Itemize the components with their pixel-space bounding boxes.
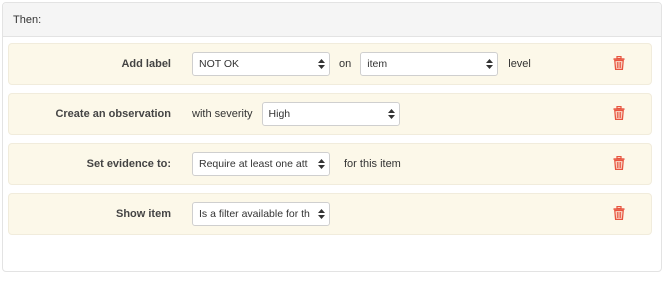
select-arrows-icon — [387, 109, 395, 119]
panel-header: Then: — [3, 3, 661, 37]
severity-select[interactable]: High — [261, 102, 400, 126]
rule-add-label: Add label NOT OK on item level — [8, 43, 652, 85]
rule-set-evidence: Set evidence to: Require at least one at… — [8, 143, 652, 185]
select-arrows-icon — [318, 209, 325, 219]
prefix-text: with severity — [192, 108, 253, 120]
level-select[interactable]: item — [360, 52, 499, 76]
rule-label: Create an observation — [55, 108, 171, 120]
rule-show-item: Show item Is a filter available for th — [8, 193, 652, 235]
filter-select[interactable]: Is a filter available for th — [192, 202, 330, 226]
panel-title: Then: — [13, 13, 42, 26]
select-arrows-icon — [486, 59, 494, 69]
rule-label: Set evidence to: — [86, 158, 171, 170]
select-arrows-icon — [318, 59, 325, 69]
evidence-select[interactable]: Require at least one att — [192, 152, 330, 176]
suffix-text: for this item — [344, 158, 401, 170]
connector-text: on — [339, 58, 352, 70]
rules-list: Add label NOT OK on item level Create an… — [8, 43, 652, 243]
label-select[interactable]: NOT OK — [192, 52, 330, 76]
rule-label: Add label — [121, 58, 171, 70]
level-select-value: item — [367, 58, 388, 70]
rule-body: Is a filter available for th — [192, 194, 330, 234]
trash-icon[interactable] — [613, 105, 625, 120]
trash-icon[interactable] — [613, 55, 625, 70]
rule-label: Show item — [115, 208, 171, 220]
rule-body: NOT OK on item level — [192, 44, 540, 84]
rule-body: with severity High — [192, 94, 400, 134]
trash-icon[interactable] — [613, 155, 625, 170]
suffix-text: level — [508, 58, 531, 70]
rule-create-observation: Create an observation with severity High — [8, 93, 652, 135]
trash-icon[interactable] — [613, 205, 625, 220]
evidence-select-value: Require at least one att — [199, 158, 308, 170]
select-arrows-icon — [318, 159, 325, 169]
filter-select-value: Is a filter available for th — [199, 208, 310, 220]
label-select-value: NOT OK — [199, 58, 240, 70]
severity-select-value: High — [268, 108, 291, 120]
rule-body: Require at least one att for this item — [192, 144, 410, 184]
